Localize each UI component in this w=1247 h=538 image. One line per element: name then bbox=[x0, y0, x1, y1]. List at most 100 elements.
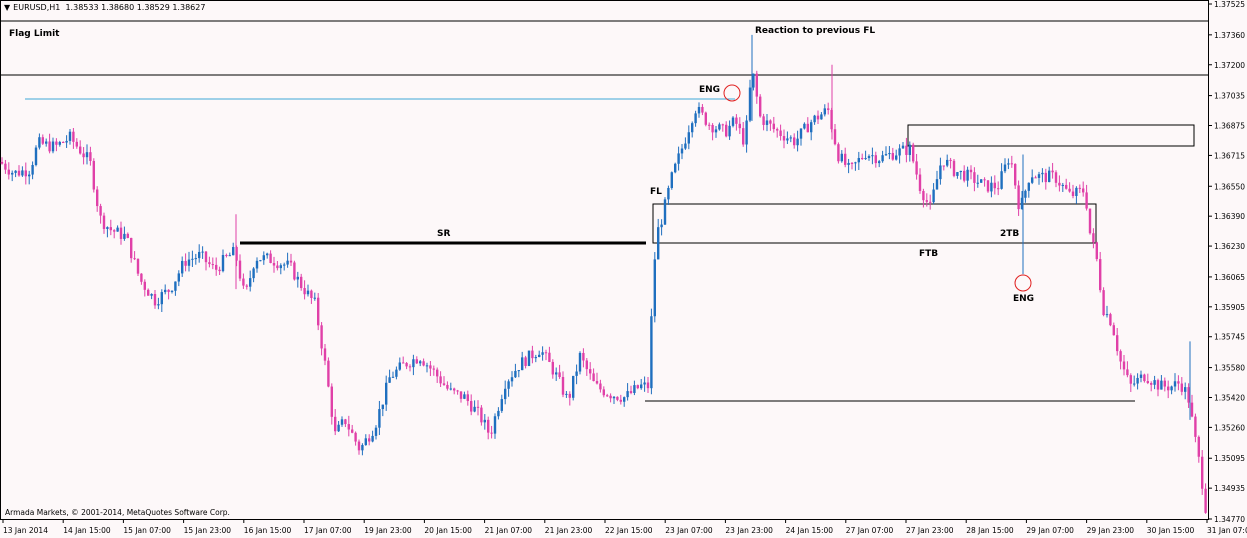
triangle-down-icon[interactable]: ▼ bbox=[4, 3, 10, 12]
candle-body bbox=[1014, 163, 1017, 186]
candle-body bbox=[7, 169, 10, 175]
candle-body bbox=[21, 170, 24, 176]
candle-body bbox=[684, 143, 687, 149]
candle-body bbox=[623, 397, 626, 402]
candle-body bbox=[1153, 380, 1156, 385]
x-tick-label: 29 Jan 23:00 bbox=[1087, 526, 1135, 535]
fl-label: FL bbox=[650, 187, 662, 197]
candle-body bbox=[187, 259, 191, 266]
candle-body bbox=[123, 233, 126, 239]
candle-body bbox=[691, 123, 694, 133]
candle-body bbox=[861, 157, 864, 159]
candle-body bbox=[72, 131, 75, 142]
chart-window: Flag Limit Reaction to previous FL ENG F… bbox=[0, 0, 1247, 538]
upper-zone-box bbox=[907, 124, 1195, 147]
candle-body bbox=[718, 124, 721, 130]
candle-body bbox=[24, 170, 27, 177]
candle-body bbox=[1201, 456, 1204, 489]
candle-body bbox=[932, 189, 935, 203]
candle-body bbox=[786, 138, 789, 141]
candle-body bbox=[14, 170, 17, 173]
candle-body bbox=[41, 137, 44, 144]
candle-body bbox=[752, 73, 755, 88]
candle-body bbox=[1160, 380, 1163, 390]
candle-body bbox=[585, 360, 588, 370]
candle-body bbox=[378, 409, 381, 428]
candle-body bbox=[296, 276, 299, 280]
candle-body bbox=[840, 153, 843, 162]
candle-body bbox=[446, 384, 449, 389]
candle-body bbox=[68, 131, 72, 141]
symbol-label: EURUSD,H1 bbox=[13, 3, 61, 12]
candle-body bbox=[357, 441, 361, 451]
candle-body bbox=[721, 124, 724, 126]
candle-body bbox=[1037, 174, 1041, 178]
reaction-label: Reaction to previous FL bbox=[755, 26, 875, 36]
candle-body bbox=[487, 419, 490, 433]
candle-body bbox=[1197, 436, 1200, 457]
candle-body bbox=[1085, 192, 1088, 209]
candle-body bbox=[11, 172, 14, 175]
candle-body bbox=[45, 141, 48, 144]
candle-body bbox=[956, 172, 959, 176]
price-chart[interactable]: Flag Limit Reaction to previous FL ENG F… bbox=[0, 0, 1247, 538]
candle-body bbox=[1139, 374, 1143, 378]
candle-body bbox=[177, 273, 180, 282]
fl-zone-box bbox=[652, 203, 1097, 244]
candle-body bbox=[170, 290, 174, 292]
candle-body bbox=[116, 227, 119, 232]
candle-body bbox=[432, 368, 435, 370]
candle-body bbox=[194, 258, 197, 260]
candle-body bbox=[881, 155, 884, 162]
candle-body bbox=[344, 419, 347, 425]
candle-body bbox=[1000, 171, 1003, 189]
candle-body bbox=[1136, 377, 1139, 384]
candle-body bbox=[136, 258, 140, 274]
candle-body bbox=[147, 289, 150, 296]
candle-body bbox=[650, 316, 653, 389]
candle-body bbox=[106, 227, 109, 229]
candle-body bbox=[259, 260, 262, 262]
candle-body bbox=[419, 361, 422, 364]
candle-body bbox=[317, 297, 320, 326]
candle-body bbox=[323, 348, 327, 361]
candle-body bbox=[381, 404, 384, 410]
candle-body bbox=[1041, 172, 1044, 175]
flag-limit-label: Flag Limit bbox=[9, 29, 60, 39]
candle-body bbox=[449, 388, 452, 390]
x-tick-label: 27 Jan 23:00 bbox=[906, 526, 954, 535]
candle-body bbox=[1167, 386, 1170, 391]
candle-body bbox=[1112, 325, 1115, 336]
candle-body bbox=[242, 278, 245, 286]
candle-body bbox=[130, 237, 133, 259]
candle-body bbox=[918, 174, 922, 191]
candle-body bbox=[769, 120, 772, 124]
candle-body bbox=[803, 123, 806, 129]
candle-body bbox=[1143, 374, 1146, 382]
candle-body bbox=[704, 112, 707, 125]
candle-body bbox=[524, 357, 527, 366]
candle-body bbox=[867, 156, 871, 159]
candle-body bbox=[1180, 383, 1183, 392]
x-tick-label: 21 Jan 07:00 bbox=[485, 526, 533, 535]
candle-body bbox=[589, 369, 592, 374]
candle-body bbox=[976, 182, 979, 184]
candle-body bbox=[983, 179, 986, 181]
candle-body bbox=[4, 163, 7, 170]
ohlc-values: 1.38533 1.38680 1.38529 1.38627 bbox=[65, 3, 206, 12]
candle-body bbox=[429, 365, 432, 369]
candle-body bbox=[592, 373, 595, 382]
y-tick-label: 1.36715 bbox=[1214, 151, 1245, 160]
candle-body bbox=[286, 260, 289, 265]
candle-body bbox=[779, 130, 782, 137]
candle-body bbox=[337, 424, 340, 432]
candle-body bbox=[385, 382, 388, 405]
candle-body bbox=[1129, 375, 1132, 384]
candle-body bbox=[847, 162, 850, 165]
candle-body bbox=[1099, 259, 1102, 291]
candle-body bbox=[1034, 177, 1037, 179]
candle-body bbox=[844, 153, 847, 165]
candle-body bbox=[330, 386, 333, 417]
candle-body bbox=[762, 116, 765, 125]
candle-body bbox=[1003, 164, 1007, 172]
